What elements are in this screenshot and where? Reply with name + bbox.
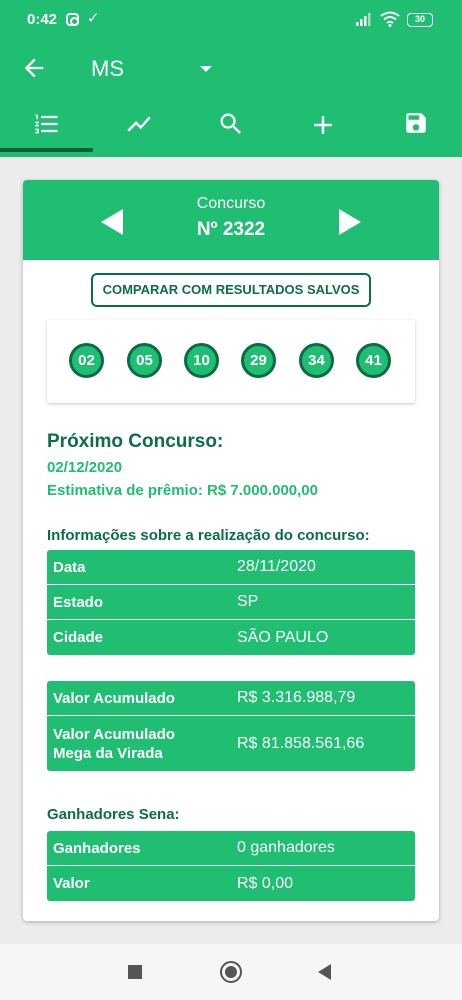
numbered-list-icon xyxy=(34,114,57,134)
table-row: Valor Acumulado R$ 3.316.988,79 xyxy=(47,681,415,716)
home-icon[interactable] xyxy=(220,961,242,983)
next-contest-date: 02/12/2020 xyxy=(47,459,123,476)
search-icon xyxy=(220,113,241,134)
drawn-number-ball: 05 xyxy=(127,343,162,378)
table-row: Data 28/11/2020 xyxy=(47,550,415,585)
save-icon xyxy=(405,113,426,133)
row-key: Ganhadores xyxy=(53,839,141,857)
battery-icon: 30 xyxy=(407,13,433,27)
row-key: Estado xyxy=(53,593,104,611)
dropdown-arrow-icon[interactable] xyxy=(196,62,216,76)
wifi-icon xyxy=(380,11,400,27)
back-arrow-icon[interactable] xyxy=(20,54,48,82)
drawn-number-ball: 10 xyxy=(184,343,219,378)
tab-save[interactable] xyxy=(369,100,462,152)
prize-estimate: Estimativa de prêmio: R$ 7.000.000,00 xyxy=(47,482,318,499)
compare-saved-results-button[interactable]: COMPARAR COM RESULTADOS SALVOS xyxy=(91,273,371,307)
drawn-number-ball: 02 xyxy=(69,343,104,378)
app-bar: MS xyxy=(0,40,462,157)
drawn-number-ball: 34 xyxy=(299,343,334,378)
status-bar: 0:42 ✓ 30 xyxy=(0,0,462,40)
recents-icon[interactable] xyxy=(128,965,142,979)
next-contest-icon[interactable] xyxy=(337,207,363,237)
row-value: R$ 0,00 xyxy=(237,874,294,892)
winners-title: Ganhadores Sena: xyxy=(47,806,180,823)
tab-statistics[interactable] xyxy=(93,100,185,152)
system-nav-bar xyxy=(0,944,462,1000)
contest-header: Concurso Nº 2322 xyxy=(23,180,439,260)
table-row: Valor R$ 0,00 xyxy=(47,866,415,901)
row-value: R$ 81.858.561,66 xyxy=(237,734,365,752)
realization-info-title: Informações sobre a realização do concur… xyxy=(47,527,370,544)
table-row: Estado SP xyxy=(47,585,415,620)
contest-number: Nº 2322 xyxy=(196,219,266,240)
row-value: SP xyxy=(237,593,259,610)
signal-icon xyxy=(356,13,371,26)
table-row: Valor Acumulado Mega da Virada R$ 81.858… xyxy=(47,716,415,771)
drawn-numbers-panel: 02 05 10 29 34 41 xyxy=(47,320,415,403)
system-back-icon[interactable] xyxy=(318,964,331,980)
row-key: Valor Acumulado xyxy=(53,689,175,707)
drawn-number-ball: 29 xyxy=(241,343,276,378)
realization-info-table: Data 28/11/2020 Estado SP Cidade SÃO PAU… xyxy=(47,550,415,655)
row-value: R$ 3.316.988,79 xyxy=(237,689,356,706)
table-row: Cidade SÃO PAULO xyxy=(47,620,415,655)
row-value: SÃO PAULO xyxy=(237,628,329,646)
accumulated-table: Valor Acumulado R$ 3.316.988,79 Valor Ac… xyxy=(47,681,415,771)
row-value: 28/11/2020 xyxy=(237,558,316,575)
trending-chart-icon xyxy=(127,116,151,132)
winners-table: Ganhadores 0 ganhadores Valor R$ 0,00 xyxy=(47,831,415,901)
drawn-number-ball: 41 xyxy=(356,343,391,378)
table-row: Ganhadores 0 ganhadores xyxy=(47,831,415,866)
tab-search[interactable] xyxy=(185,100,277,152)
row-key: Valor xyxy=(53,875,90,892)
status-time: 0:42 xyxy=(27,11,58,28)
contest-label: Concurso xyxy=(196,195,266,212)
result-card: Concurso Nº 2322 COMPARAR COM RESULTADOS… xyxy=(23,180,439,921)
tab-add[interactable] xyxy=(277,100,369,152)
row-key: Valor Acumulado Mega da Virada xyxy=(53,725,175,762)
row-value: 0 ganhadores xyxy=(237,839,335,856)
row-key: Cidade xyxy=(53,629,104,646)
tab-results-list[interactable] xyxy=(0,100,93,152)
plus-icon xyxy=(314,116,332,134)
instagram-icon xyxy=(66,13,79,26)
row-key: Data xyxy=(53,558,86,576)
download-done-icon: ✓ xyxy=(87,10,100,27)
tab-selected-indicator xyxy=(0,148,93,152)
next-contest-title: Próximo Concurso: xyxy=(47,431,224,452)
lottery-selector[interactable]: MS xyxy=(91,56,124,82)
